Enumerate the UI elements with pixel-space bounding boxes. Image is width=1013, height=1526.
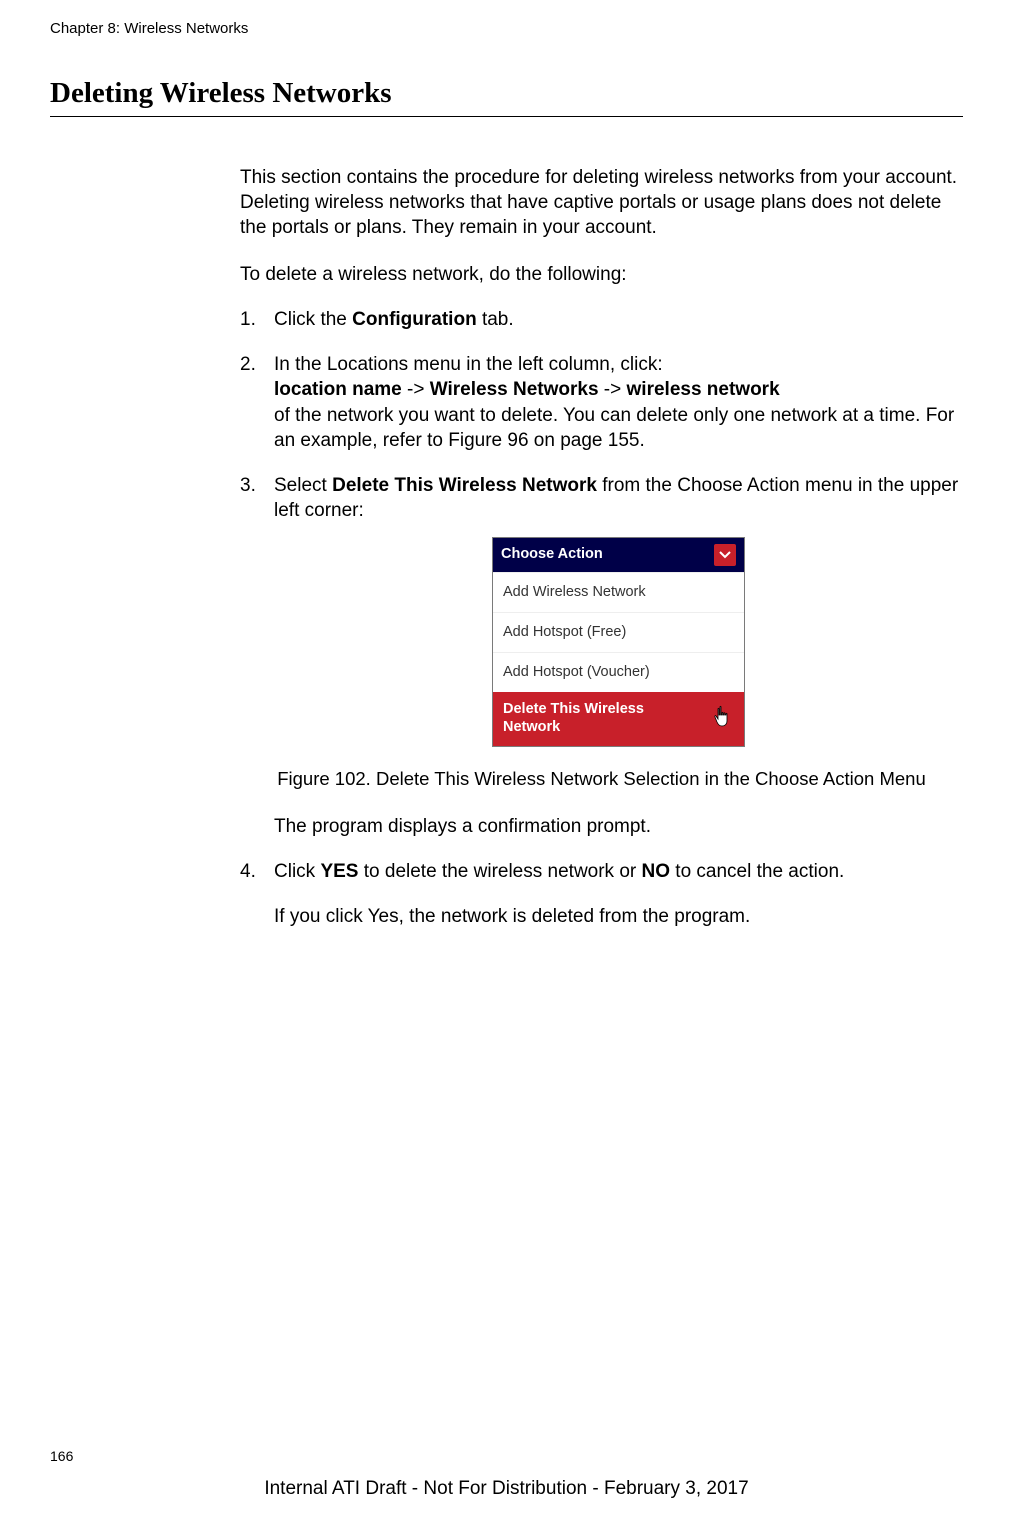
yes-label: YES [320, 861, 358, 882]
step-text: to delete the wireless network or [358, 861, 641, 882]
intro-paragraph: This section contains the procedure for … [240, 165, 963, 240]
chevron-down-icon[interactable] [714, 544, 736, 566]
figure-caption: Figure 102. Delete This Wireless Network… [240, 767, 963, 791]
page-number: 166 [50, 1448, 73, 1464]
footer-disclaimer: Internal ATI Draft - Not For Distributio… [0, 1478, 1013, 1500]
configuration-label: Configuration [352, 309, 477, 330]
step-text: tab. [477, 309, 514, 330]
chapter-header: Chapter 8: Wireless Networks [50, 20, 963, 37]
content-body: This section contains the procedure for … [240, 165, 963, 929]
menu-item-add-wireless[interactable]: Add Wireless Network [493, 572, 744, 612]
delete-action-label: Delete This Wireless Network [332, 475, 597, 496]
steps-list: Click the Configuration tab. In the Loca… [240, 307, 963, 747]
choose-action-dropdown[interactable]: Choose Action Add Wireless Network Add H… [492, 537, 745, 748]
step-text: to cancel the action. [670, 861, 844, 882]
nav-path-network: wireless network [627, 379, 780, 400]
nav-path-wireless: Wireless Networks [430, 379, 599, 400]
step-3: Select Delete This Wireless Network from… [240, 473, 963, 748]
step-1: Click the Configuration tab. [240, 307, 963, 332]
no-label: NO [642, 861, 671, 882]
nav-arrow: -> [402, 379, 430, 400]
step-4: Click YES to delete the wireless network… [240, 859, 963, 884]
step-4-result: If you click Yes, the network is deleted… [274, 904, 963, 929]
choose-action-header[interactable]: Choose Action [493, 538, 744, 572]
step-3-result: The program displays a confirmation prom… [274, 814, 963, 839]
section-title: Deleting Wireless Networks [50, 77, 963, 110]
nav-arrow: -> [599, 379, 627, 400]
step-text: Click [274, 861, 320, 882]
choose-action-label: Choose Action [501, 545, 603, 564]
menu-item-add-hotspot-free[interactable]: Add Hotspot (Free) [493, 612, 744, 652]
step-2: In the Locations menu in the left column… [240, 352, 963, 452]
steps-list-cont: Click YES to delete the wireless network… [240, 859, 963, 884]
menu-item-delete-label: Delete This Wireless Network [503, 700, 683, 736]
cursor-hand-icon [712, 705, 734, 731]
menu-item-delete-wireless[interactable]: Delete This Wireless Network [493, 692, 744, 746]
step-text: Click the [274, 309, 352, 330]
step-text: Select [274, 475, 332, 496]
step-text: of the network you want to delete. You c… [274, 405, 954, 451]
section-divider [50, 116, 963, 117]
step-text: In the Locations menu in the left column… [274, 354, 663, 375]
menu-item-add-hotspot-voucher[interactable]: Add Hotspot (Voucher) [493, 652, 744, 692]
figure-wrap: Choose Action Add Wireless Network Add H… [274, 537, 963, 748]
nav-path-location: location name [274, 379, 402, 400]
lead-in: To delete a wireless network, do the fol… [240, 262, 963, 287]
